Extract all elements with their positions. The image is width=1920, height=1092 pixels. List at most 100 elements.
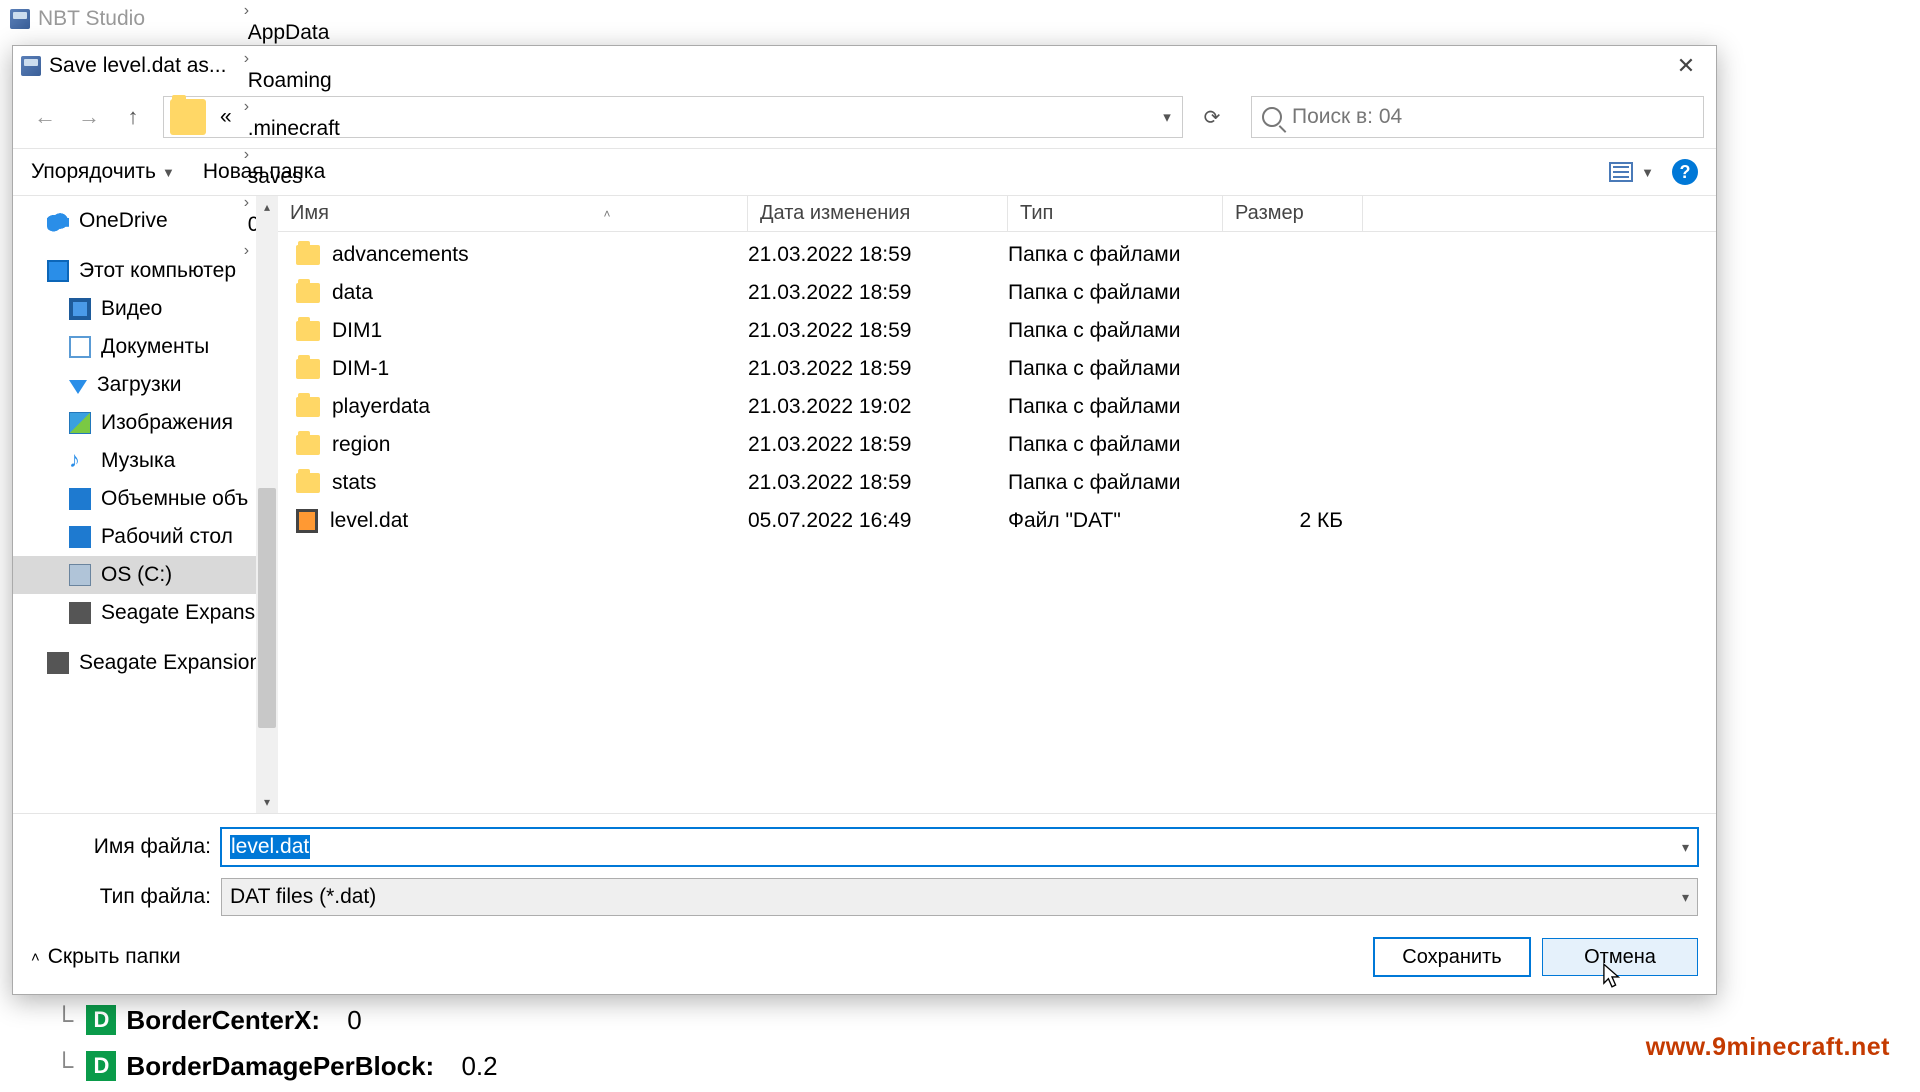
file-date: 21.03.2022 18:59 [748, 433, 1008, 457]
breadcrumb-segment[interactable]: Roaming [240, 69, 361, 93]
filename-input[interactable]: level.dat ▾ [221, 828, 1698, 866]
dialog-icon [21, 56, 41, 76]
sidebar-item-label: Документы [101, 335, 209, 359]
sidebar-item[interactable]: OneDrive [13, 202, 278, 240]
chevron-up-icon: ˄ [31, 949, 40, 966]
file-size: 2 КБ [1223, 509, 1363, 533]
sidebar-scrollbar[interactable]: ▴ ▾ [256, 196, 278, 813]
file-row[interactable]: advancements21.03.2022 18:59Папка с файл… [278, 236, 1716, 274]
tree-key: BorderDamagePerBlock: [126, 1051, 434, 1082]
scroll-up-icon[interactable]: ▴ [256, 196, 278, 218]
pc-icon [47, 260, 69, 282]
search-input[interactable]: Поиск в: 04 [1251, 96, 1704, 138]
column-name[interactable]: Имя ˄ [278, 196, 748, 231]
list-view-icon [1609, 162, 1633, 182]
file-type: Папка с файлами [1008, 357, 1223, 381]
scroll-thumb[interactable] [258, 488, 276, 728]
filetype-select[interactable]: DAT files (*.dat) ▾ [221, 878, 1698, 916]
file-date: 21.03.2022 18:59 [748, 357, 1008, 381]
sidebar-item[interactable]: Документы [13, 328, 278, 366]
folder-icon [296, 245, 320, 265]
toolbar: Упорядочить ▼ Новая папка ▼ ? [13, 148, 1716, 196]
new-folder-button[interactable]: Новая папка [203, 160, 325, 184]
sidebar-item-label: Загрузки [97, 373, 182, 397]
sidebar-item[interactable]: OS (C:) [13, 556, 278, 594]
sidebar-item[interactable]: Seagate Expansion [13, 644, 278, 682]
close-button[interactable]: ✕ [1664, 50, 1708, 82]
folder-icon [296, 359, 320, 379]
sidebar-item[interactable]: Изображения [13, 404, 278, 442]
tree-row[interactable]: └ D BorderCenterX: 0 [55, 1000, 498, 1040]
chevron-down-icon[interactable]: ▾ [1682, 839, 1689, 856]
refresh-button[interactable]: ⟳ [1191, 96, 1233, 138]
sidebar: OneDrive Этот компьютерВидео Документы Загр… [13, 196, 278, 813]
file-row[interactable]: DIM-121.03.2022 18:59Папка с файлами [278, 350, 1716, 388]
img-icon [69, 412, 91, 434]
back-button[interactable]: ← [25, 99, 65, 135]
chevron-right-icon: › [240, 50, 253, 67]
ext-icon [69, 602, 91, 624]
chevron-down-icon[interactable]: ▾ [1682, 889, 1689, 906]
breadcrumb[interactable]: « Александр›AppData›Roaming›.minecraft›s… [163, 96, 1183, 138]
tree-row[interactable]: └ D BorderDamagePerBlock: 0.2 [55, 1046, 498, 1086]
nav-row: ← → ↑ « Александр›AppData›Roaming›.minec… [13, 86, 1716, 148]
sidebar-item[interactable]: Seagate Expansi [13, 594, 278, 632]
scroll-down-icon[interactable]: ▾ [256, 791, 278, 813]
dialog-title: Save level.dat as... [49, 54, 226, 78]
folder-icon [296, 397, 320, 417]
file-row[interactable]: DIM121.03.2022 18:59Папка с файлами [278, 312, 1716, 350]
sort-indicator-icon: ˄ [603, 207, 610, 221]
file-row[interactable]: data21.03.2022 18:59Папка с файлами [278, 274, 1716, 312]
cloud-icon [47, 210, 69, 232]
column-type[interactable]: Тип [1008, 196, 1223, 231]
file-type: Папка с файлами [1008, 281, 1223, 305]
column-headers: Имя ˄ Дата изменения Тип Размер [278, 196, 1716, 232]
up-button[interactable]: ↑ [113, 99, 153, 135]
file-name: DIM1 [332, 319, 382, 343]
tree-connector: └ [55, 1005, 71, 1036]
search-icon [1262, 107, 1282, 127]
folder-icon [296, 283, 320, 303]
breadcrumb-dropdown[interactable]: ▾ [1152, 108, 1182, 126]
file-row[interactable]: level.dat 05.07.2022 16:49Файл "DAT"2 КБ [278, 502, 1716, 540]
folder-icon [170, 99, 206, 135]
file-type: Файл "DAT" [1008, 509, 1223, 533]
sidebar-item[interactable]: Объемные объ [13, 480, 278, 518]
breadcrumb-segment[interactable]: .minecraft [240, 117, 361, 141]
sidebar-item[interactable]: Этот компьютер [13, 252, 278, 290]
disk-icon [69, 564, 91, 586]
file-name: level.dat [330, 509, 408, 533]
column-size[interactable]: Размер [1223, 196, 1363, 231]
column-date[interactable]: Дата изменения [748, 196, 1008, 231]
file-date: 21.03.2022 18:59 [748, 471, 1008, 495]
ext-icon [47, 652, 69, 674]
view-mode-button[interactable]: ▼ [1609, 162, 1654, 182]
breadcrumb-prefix[interactable]: « [212, 97, 240, 137]
sidebar-item[interactable]: Рабочий стол [13, 518, 278, 556]
hide-folders-toggle[interactable]: ˄ Скрыть папки [31, 945, 181, 969]
sidebar-item[interactable]: ♪Музыка [13, 442, 278, 480]
help-button[interactable]: ? [1672, 159, 1698, 185]
file-date: 05.07.2022 16:49 [748, 509, 1008, 533]
app-icon [10, 9, 30, 29]
organize-button[interactable]: Упорядочить ▼ [31, 160, 175, 184]
app-title: NBT Studio [38, 7, 145, 31]
file-list-area: Имя ˄ Дата изменения Тип Размер advancem… [278, 196, 1716, 813]
folder-icon [296, 435, 320, 455]
sidebar-item-label: Изображения [101, 411, 233, 435]
sidebar-item[interactable]: Видео [13, 290, 278, 328]
cancel-button[interactable]: Отмена [1542, 938, 1698, 976]
file-row[interactable]: region21.03.2022 18:59Папка с файлами [278, 426, 1716, 464]
dialog-bottom: Имя файла: level.dat ▾ Тип файла: DAT fi… [13, 813, 1716, 994]
save-button[interactable]: Сохранить [1374, 938, 1530, 976]
forward-button[interactable]: → [69, 99, 109, 135]
vid-icon [69, 298, 91, 320]
file-icon [296, 509, 318, 533]
folder-icon [296, 473, 320, 493]
file-name: region [332, 433, 390, 457]
breadcrumb-segment[interactable]: AppData [240, 21, 361, 45]
sidebar-item[interactable]: Загрузки [13, 366, 278, 404]
file-row[interactable]: stats21.03.2022 18:59Папка с файлами [278, 464, 1716, 502]
sidebar-item-label: Рабочий стол [101, 525, 233, 549]
file-row[interactable]: playerdata21.03.2022 19:02Папка с файлам… [278, 388, 1716, 426]
